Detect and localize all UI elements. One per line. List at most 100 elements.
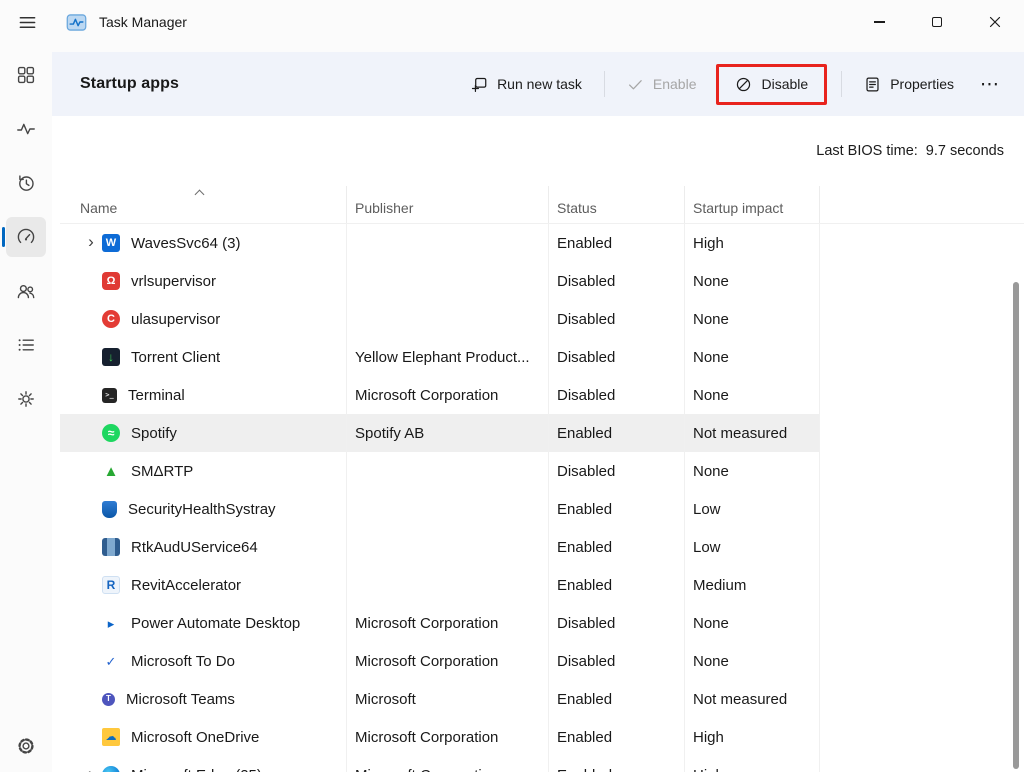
cell-name: ✓Microsoft To Do bbox=[60, 642, 347, 680]
table-row[interactable]: ▲SMΔRTPDisabledNone bbox=[60, 452, 1024, 490]
cell-publisher bbox=[347, 452, 549, 490]
cell-name: ›WWavesSvc64 (3) bbox=[60, 224, 347, 262]
cell-impact: None bbox=[685, 642, 820, 680]
cell-filler bbox=[820, 262, 1024, 300]
cell-filler bbox=[820, 566, 1024, 604]
table-row[interactable]: ≈SpotifySpotify ABEnabledNot measured bbox=[60, 414, 1024, 452]
table-header-row: Name Publisher Status Startup impact bbox=[60, 186, 1024, 224]
expand-chevron-icon[interactable]: › bbox=[80, 764, 102, 772]
window-title: Task Manager bbox=[99, 14, 187, 30]
cell-publisher bbox=[347, 490, 549, 528]
torrent-icon: ↓ bbox=[102, 348, 120, 366]
column-label: Startup impact bbox=[693, 200, 783, 216]
table-row[interactable]: >_TerminalMicrosoft CorporationDisabledN… bbox=[60, 376, 1024, 414]
minimize-button[interactable] bbox=[850, 0, 908, 44]
cell-filler bbox=[820, 452, 1024, 490]
chevron-spacer bbox=[80, 318, 102, 320]
cell-publisher bbox=[347, 528, 549, 566]
table-row[interactable]: RRevitAcceleratorEnabledMedium bbox=[60, 566, 1024, 604]
table-row[interactable]: TMicrosoft TeamsMicrosoftEnabledNot meas… bbox=[60, 680, 1024, 718]
cell-status: Disabled bbox=[549, 338, 685, 376]
table-row[interactable]: SecurityHealthSystrayEnabledLow bbox=[60, 490, 1024, 528]
cell-name: RRevitAccelerator bbox=[60, 566, 347, 604]
sidebar-item-startup-apps[interactable] bbox=[6, 217, 46, 257]
cell-filler bbox=[820, 718, 1024, 756]
sidebar-item-details[interactable] bbox=[6, 325, 46, 365]
cell-status: Disabled bbox=[549, 604, 685, 642]
toolbar-divider bbox=[604, 71, 605, 97]
sidebar-item-settings[interactable] bbox=[6, 726, 46, 766]
table-row[interactable]: ▸Power Automate DesktopMicrosoft Corpora… bbox=[60, 604, 1024, 642]
expand-chevron-icon[interactable]: › bbox=[80, 232, 102, 254]
app-name-label: Microsoft Edge (25) bbox=[131, 767, 262, 772]
sidebar-bottom bbox=[6, 726, 46, 766]
sidebar-item-performance[interactable] bbox=[6, 109, 46, 149]
app-name-label: SMΔRTP bbox=[131, 463, 193, 480]
table-row[interactable]: ›eMicrosoft Edge (25)Microsoft Corporati… bbox=[60, 756, 1024, 772]
revit-icon: R bbox=[102, 576, 120, 594]
chevron-spacer bbox=[80, 546, 102, 548]
page-title: Startup apps bbox=[80, 75, 179, 93]
table-row[interactable]: ΩvrlsupervisorDisabledNone bbox=[60, 262, 1024, 300]
cell-filler bbox=[820, 642, 1024, 680]
column-header-filler bbox=[820, 186, 1024, 223]
cell-filler bbox=[820, 376, 1024, 414]
run-new-task-button[interactable]: Run new task bbox=[458, 68, 595, 101]
run-new-task-label: Run new task bbox=[497, 76, 582, 92]
edge-icon: e bbox=[102, 766, 120, 772]
cell-name: ≈Spotify bbox=[60, 414, 347, 452]
table-row[interactable]: ›WWavesSvc64 (3)EnabledHigh bbox=[60, 224, 1024, 262]
sidebar bbox=[0, 52, 52, 772]
users-icon bbox=[16, 281, 36, 301]
table-row[interactable]: RtkAudUService64EnabledLow bbox=[60, 528, 1024, 566]
column-header-publisher[interactable]: Publisher bbox=[347, 186, 549, 223]
app-name-label: Microsoft To Do bbox=[131, 653, 235, 670]
hamburger-menu-button[interactable] bbox=[14, 9, 40, 35]
sidebar-item-users[interactable] bbox=[6, 271, 46, 311]
cell-name: SecurityHealthSystray bbox=[60, 490, 347, 528]
sidebar-item-app-history[interactable] bbox=[6, 163, 46, 203]
cell-status: Enabled bbox=[549, 566, 685, 604]
properties-button[interactable]: Properties bbox=[851, 68, 967, 101]
vertical-scrollbar[interactable] bbox=[1013, 282, 1019, 769]
cell-impact: None bbox=[685, 452, 820, 490]
column-header-name[interactable]: Name bbox=[60, 186, 347, 223]
column-label: Name bbox=[80, 200, 117, 216]
startup-apps-table-body: ›WWavesSvc64 (3)EnabledHighΩvrlsuperviso… bbox=[60, 224, 1024, 772]
hamburger-icon bbox=[18, 13, 37, 32]
startup-apps-icon bbox=[16, 227, 36, 247]
cell-status: Enabled bbox=[549, 490, 685, 528]
close-button[interactable] bbox=[966, 0, 1024, 44]
last-bios-value: 9.7 seconds bbox=[926, 143, 1004, 159]
more-options-button[interactable]: ⋯ bbox=[969, 71, 1010, 98]
sidebar-item-services[interactable] bbox=[6, 379, 46, 419]
column-header-impact[interactable]: Startup impact bbox=[685, 186, 820, 223]
chevron-spacer bbox=[80, 508, 102, 510]
chevron-spacer bbox=[80, 280, 102, 282]
cell-filler bbox=[820, 490, 1024, 528]
enable-label: Enable bbox=[653, 76, 697, 92]
table-row[interactable]: ☁Microsoft OneDriveMicrosoft Corporation… bbox=[60, 718, 1024, 756]
column-header-status[interactable]: Status bbox=[549, 186, 685, 223]
cell-publisher bbox=[347, 566, 549, 604]
cell-filler bbox=[820, 528, 1024, 566]
maximize-button[interactable] bbox=[908, 0, 966, 44]
cell-status: Enabled bbox=[549, 756, 685, 772]
sidebar-item-processes[interactable] bbox=[6, 55, 46, 95]
cell-filler bbox=[820, 414, 1024, 452]
startup-apps-table: Name Publisher Status Startup impact ›WW… bbox=[60, 186, 1024, 772]
cell-publisher bbox=[347, 300, 549, 338]
app-name-label: Microsoft OneDrive bbox=[131, 729, 259, 746]
table-row[interactable]: CulasupervisorDisabledNone bbox=[60, 300, 1024, 338]
annotation-highlight-box: Disable bbox=[716, 64, 827, 105]
table-row[interactable]: ↓Torrent ClientYellow Elephant Product..… bbox=[60, 338, 1024, 376]
enable-button[interactable]: Enable bbox=[614, 68, 710, 101]
realtek-audio-icon bbox=[102, 538, 120, 556]
column-label: Publisher bbox=[355, 200, 413, 216]
disable-label: Disable bbox=[761, 76, 808, 92]
app-name-label: Torrent Client bbox=[131, 349, 220, 366]
cell-status: Enabled bbox=[549, 224, 685, 262]
table-row[interactable]: ✓Microsoft To DoMicrosoft CorporationDis… bbox=[60, 642, 1024, 680]
disable-button[interactable]: Disable bbox=[722, 68, 821, 101]
toolbar-band: Startup apps Run new task Enable bbox=[52, 52, 1024, 116]
